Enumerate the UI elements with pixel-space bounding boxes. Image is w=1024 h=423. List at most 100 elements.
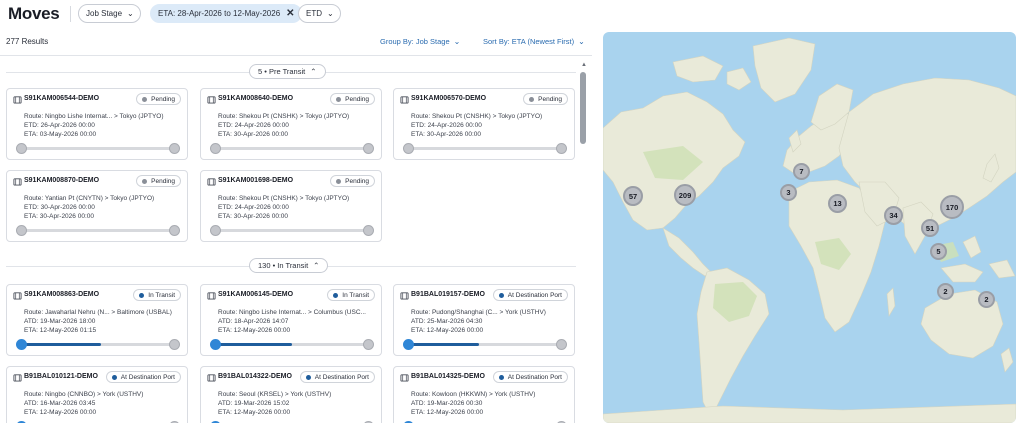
container-icon [400,374,409,382]
destination-node-icon [363,339,374,350]
progress-track [210,225,374,236]
move-card[interactable]: B91BAL014325-DEMO At Destination Port Rout… [393,366,575,423]
status-label: At Destination Port [120,373,175,381]
close-icon[interactable]: ✕ [286,8,294,19]
status-badge: Pending [136,175,181,187]
route-text: Route: Shekou Pt (CNSHK) > Tokyo (JPTYO) [218,113,350,120]
map-cluster-marker[interactable]: 7 [793,163,810,180]
route-text: Route: Ningbo Lishe Internat... > Tokyo … [24,113,164,120]
origin-node-icon [16,339,27,350]
chevron-up-icon: ⌃ [310,67,317,76]
departure-text: ATD: 16-Mar-2026 03:45 [24,400,96,407]
status-badge: Pending [136,93,181,105]
move-card[interactable]: S91KAM006544-DEMO Pending Route: Ningbo Li… [6,88,188,160]
origin-node-icon [16,143,27,154]
origin-node-icon [210,225,221,236]
sort-by-dropdown[interactable]: Sort By: ETA (Newest First) ⌄ [483,37,585,46]
arrival-text: ETA: 12-May-2026 00:00 [24,409,97,416]
departure-text: ATD: 18-Apr-2026 14:07 [218,318,289,325]
arrival-text: ETA: 12-May-2026 00:00 [218,327,291,334]
header-divider [0,55,592,56]
move-reference[interactable]: B91BAL010121-DEMO [24,373,98,380]
move-reference[interactable]: B91BAL014325-DEMO [411,373,485,380]
results-count: 277 Results [6,37,49,46]
move-reference[interactable]: B91BAL014322-DEMO [218,373,292,380]
progress-track [210,339,374,350]
container-icon [207,178,216,186]
scroll-up-arrow[interactable]: ▲ [581,62,587,68]
status-dot-icon [529,96,535,102]
origin-node-icon [403,339,414,350]
container-icon [400,96,409,104]
map-cluster-marker[interactable]: 2 [978,291,995,308]
origin-node-icon [210,339,221,350]
move-reference[interactable]: S91KAM001698-DEMO [218,177,293,184]
container-icon [207,292,216,300]
map-cluster-marker[interactable]: 3 [780,184,797,201]
shipments-map[interactable]: 57 209 7 3 13 34 170 51 5 2 2 [603,32,1016,423]
origin-node-icon [403,143,414,154]
move-card[interactable]: S91KAM006145-DEMO In Transit Route: Ningbo… [200,284,382,356]
route-text: Route: Shekou Pt (CNSHK) > Tokyo (JPTYO) [218,195,350,202]
arrival-text: ETA: 03-May-2026 00:00 [24,131,97,138]
chevron-down-icon: ⌄ [127,9,134,18]
status-label: At Destination Port [314,373,369,381]
group-toggle-pre-transit[interactable]: 5 • Pre Transit ⌃ [249,64,326,79]
status-badge: In Transit [133,289,181,301]
map-cluster-marker[interactable]: 13 [828,194,847,213]
move-reference[interactable]: S91KAM008863-DEMO [24,291,99,298]
map-cluster-marker[interactable]: 34 [884,206,903,225]
job-stage-filter[interactable]: Job Stage ⌄ [78,4,141,23]
status-badge: Pending [330,175,375,187]
arrival-text: ETA: 30-Apr-2026 00:00 [218,131,288,138]
departure-text: ETD: 24-Apr-2026 00:00 [218,204,289,211]
etd-filter[interactable]: ETD ⌄ [298,4,341,23]
status-dot-icon [336,178,342,184]
eta-range-filter[interactable]: ETA: 28-Apr-2026 to 12-May-2026 ✕ [150,4,302,23]
map-cluster-marker[interactable]: 51 [921,219,939,237]
page-title: Moves [8,4,60,23]
chevron-up-icon: ⌃ [313,261,320,270]
move-reference[interactable]: S91KAM006145-DEMO [218,291,293,298]
group-by-dropdown[interactable]: Group By: Job Stage ⌄ [380,37,460,46]
move-reference[interactable]: S91KAM006570-DEMO [411,95,486,102]
status-label: Pending [345,95,369,103]
progress-track [403,339,567,350]
move-card[interactable]: S91KAM008863-DEMO In Transit Route: Jawaha… [6,284,188,356]
move-reference[interactable]: B91BAL019157-DEMO [411,291,485,298]
origin-node-icon [16,225,27,236]
destination-node-icon [169,143,180,154]
arrival-text: ETA: 12-May-2026 01:15 [24,327,97,334]
scrollbar-thumb[interactable] [580,72,586,144]
route-text: Route: Pudong/Shanghai (C... > York (UST… [411,309,546,316]
group-toggle-in-transit[interactable]: 130 • In Transit ⌃ [249,258,329,273]
progress-track [210,143,374,154]
status-dot-icon [142,96,148,102]
status-badge: At Destination Port [299,371,375,383]
move-card[interactable]: S91KAM001698-DEMO Pending Route: Shekou Pt… [200,170,382,242]
progress-fill [19,343,102,346]
move-card[interactable]: B91BAL010121-DEMO At Destination Port Rout… [6,366,188,423]
chevron-down-icon: ⌄ [327,9,334,18]
move-card[interactable]: S91KAM008640-DEMO Pending Route: Shekou Pt… [200,88,382,160]
map-cluster-marker[interactable]: 209 [674,184,696,206]
status-badge: Pending [523,93,568,105]
move-card[interactable]: S91KAM006570-DEMO Pending Route: Shekou Pt… [393,88,575,160]
move-reference[interactable]: S91KAM008640-DEMO [218,95,293,102]
map-cluster-marker[interactable]: 5 [930,243,947,260]
status-label: Pending [151,177,175,185]
etd-filter-label: ETD [306,9,322,18]
map-cluster-marker[interactable]: 2 [937,283,954,300]
move-reference[interactable]: S91KAM008870-DEMO [24,177,99,184]
arrival-text: ETA: 12-May-2026 00:00 [218,409,291,416]
status-label: Pending [151,95,175,103]
map-cluster-marker[interactable]: 57 [623,186,643,206]
move-reference[interactable]: S91KAM006544-DEMO [24,95,99,102]
map-cluster-marker[interactable]: 170 [940,195,964,219]
container-icon [13,96,22,104]
move-card[interactable]: B91BAL019157-DEMO At Destination Port Rout… [393,284,575,356]
move-card[interactable]: B91BAL014322-DEMO At Destination Port Rout… [200,366,382,423]
departure-text: ETD: 30-Apr-2026 00:00 [24,204,95,211]
destination-node-icon [363,225,374,236]
move-card[interactable]: S91KAM008870-DEMO Pending Route: Yantian P… [6,170,188,242]
